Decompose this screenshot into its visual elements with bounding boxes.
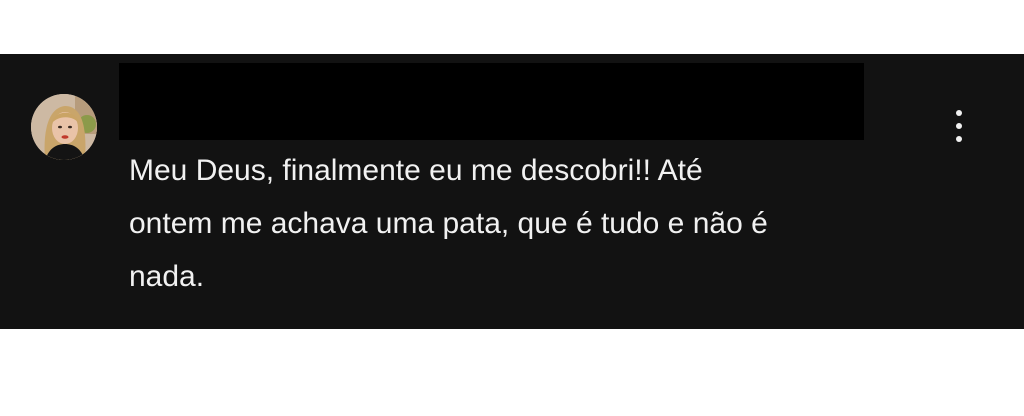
comment-text: Meu Deus, finalmente eu me descobri!! At… (129, 144, 929, 303)
more-options-button[interactable] (944, 106, 974, 146)
comment-line: ontem me achava uma pata, que é tudo e n… (129, 207, 768, 240)
comment-line: nada. (129, 260, 205, 293)
comment-line: Meu Deus, finalmente eu me descobri!! At… (129, 154, 703, 187)
redacted-author-name (119, 63, 864, 140)
comment-card: Meu Deus, finalmente eu me descobri!! At… (0, 54, 1024, 329)
user-avatar[interactable] (31, 94, 97, 160)
avatar-photo-icon (31, 94, 97, 160)
